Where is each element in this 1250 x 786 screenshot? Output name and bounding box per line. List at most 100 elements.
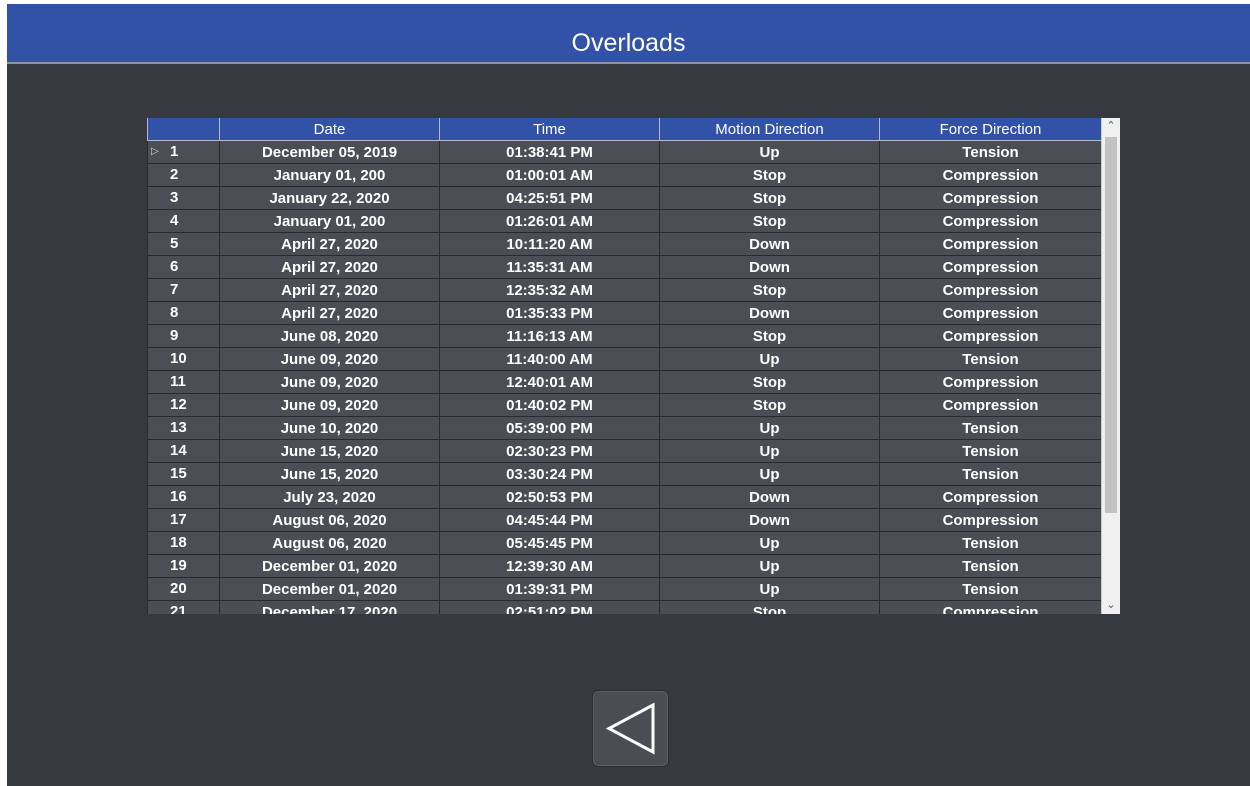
motion-direction-cell[interactable]: Stop [659,209,880,233]
motion-direction-cell[interactable]: Up [659,347,880,371]
motion-direction-cell[interactable]: Up [659,416,880,440]
table-row[interactable]: 3 January 22, 2020 04:25:51 PM Stop Compress… [147,186,1102,210]
time-cell[interactable]: 04:25:51 PM [439,186,660,210]
time-cell[interactable]: 02:50:53 PM [439,485,660,509]
table-row[interactable]: 11 June 09, 2020 12:40:01 AM Stop Compressio… [147,370,1102,394]
date-cell[interactable]: June 15, 2020 [219,439,440,463]
table-row[interactable]: 21 December 17, 2020 02:51:02 PM Stop Compre… [147,600,1102,614]
motion-direction-cell[interactable]: Down [659,301,880,325]
force-direction-cell[interactable]: Tension [879,531,1102,555]
time-cell[interactable]: 01:39:31 PM [439,577,660,601]
table-row[interactable]: 18 August 06, 2020 05:45:45 PM Up Tension [147,531,1102,555]
date-cell[interactable]: January 01, 200 [219,209,440,233]
force-direction-cell[interactable]: Tension [879,577,1102,601]
time-cell[interactable]: 05:39:00 PM [439,416,660,440]
table-row[interactable]: 14 June 15, 2020 02:30:23 PM Up Tension [147,439,1102,463]
row-header[interactable]: 8 [147,301,220,325]
time-cell[interactable]: 05:45:45 PM [439,531,660,555]
motion-direction-cell[interactable]: Stop [659,393,880,417]
row-header[interactable]: 7 [147,278,220,302]
force-direction-cell[interactable]: Tension [879,439,1102,463]
row-header[interactable]: ▷ 1 [147,140,220,164]
chevron-down-icon[interactable]: ⌄ [1102,597,1120,614]
force-direction-cell[interactable]: Compression [879,278,1102,302]
column-header-time[interactable]: Time [439,118,660,141]
back-button[interactable] [592,690,669,767]
row-header[interactable]: 12 [147,393,220,417]
force-direction-cell[interactable]: Compression [879,232,1102,256]
table-row[interactable]: 17 August 06, 2020 04:45:44 PM Down Compress… [147,508,1102,532]
motion-direction-cell[interactable]: Stop [659,370,880,394]
table-row[interactable]: 9 June 08, 2020 11:16:13 AM Stop Compression [147,324,1102,348]
row-header[interactable]: 9 [147,324,220,348]
force-direction-cell[interactable]: Compression [879,600,1102,614]
motion-direction-cell[interactable]: Stop [659,600,880,614]
time-cell[interactable]: 01:40:02 PM [439,393,660,417]
date-cell[interactable]: June 09, 2020 [219,370,440,394]
date-cell[interactable]: December 05, 2019 [219,140,440,164]
motion-direction-cell[interactable]: Stop [659,278,880,302]
force-direction-cell[interactable]: Tension [879,462,1102,486]
motion-direction-cell[interactable]: Up [659,140,880,164]
row-header[interactable]: 21 [147,600,220,614]
date-cell[interactable]: January 22, 2020 [219,186,440,210]
table-row[interactable]: 4 January 01, 200 01:26:01 AM Stop Compressi… [147,209,1102,233]
force-direction-cell[interactable]: Tension [879,347,1102,371]
row-header[interactable]: 14 [147,439,220,463]
row-header[interactable]: 10 [147,347,220,371]
table-row[interactable]: 8 April 27, 2020 01:35:33 PM Down Compressio… [147,301,1102,325]
table-row[interactable]: 19 December 01, 2020 12:39:30 AM Up Tension [147,554,1102,578]
table-row[interactable]: 6 April 27, 2020 11:35:31 AM Down Compressio… [147,255,1102,279]
date-cell[interactable]: April 27, 2020 [219,301,440,325]
time-cell[interactable]: 01:26:01 AM [439,209,660,233]
row-header[interactable]: 17 [147,508,220,532]
overloads-grid[interactable]: Date Time Motion Direction Force Directi… [147,118,1122,614]
time-cell[interactable]: 01:00:01 AM [439,163,660,187]
row-header[interactable]: 15 [147,462,220,486]
time-cell[interactable]: 02:51:02 PM [439,600,660,614]
time-cell[interactable]: 10:11:20 AM [439,232,660,256]
time-cell[interactable]: 11:35:31 AM [439,255,660,279]
force-direction-cell[interactable]: Compression [879,393,1102,417]
row-header[interactable]: 11 [147,370,220,394]
date-cell[interactable]: April 27, 2020 [219,278,440,302]
force-direction-cell[interactable]: Compression [879,324,1102,348]
table-row[interactable]: 16 July 23, 2020 02:50:53 PM Down Compressio… [147,485,1102,509]
date-cell[interactable]: July 23, 2020 [219,485,440,509]
date-cell[interactable]: June 15, 2020 [219,462,440,486]
force-direction-cell[interactable]: Compression [879,255,1102,279]
date-cell[interactable]: December 01, 2020 [219,577,440,601]
motion-direction-cell[interactable]: Down [659,255,880,279]
vertical-scrollbar[interactable]: ⌃ ⌄ [1101,118,1120,614]
motion-direction-cell[interactable]: Stop [659,324,880,348]
time-cell[interactable]: 03:30:24 PM [439,462,660,486]
date-cell[interactable]: August 06, 2020 [219,508,440,532]
time-cell[interactable]: 11:40:00 AM [439,347,660,371]
motion-direction-cell[interactable]: Up [659,554,880,578]
chevron-up-icon[interactable]: ⌃ [1102,118,1120,135]
motion-direction-cell[interactable]: Up [659,439,880,463]
time-cell[interactable]: 04:45:44 PM [439,508,660,532]
time-cell[interactable]: 01:35:33 PM [439,301,660,325]
scrollbar-thumb[interactable] [1105,137,1117,513]
motion-direction-cell[interactable]: Up [659,462,880,486]
row-header[interactable]: 2 [147,163,220,187]
column-header-rownum[interactable] [147,118,220,141]
row-header[interactable]: 4 [147,209,220,233]
time-cell[interactable]: 11:16:13 AM [439,324,660,348]
motion-direction-cell[interactable]: Up [659,531,880,555]
force-direction-cell[interactable]: Compression [879,508,1102,532]
motion-direction-cell[interactable]: Stop [659,186,880,210]
motion-direction-cell[interactable]: Down [659,485,880,509]
time-cell[interactable]: 02:30:23 PM [439,439,660,463]
date-cell[interactable]: June 09, 2020 [219,347,440,371]
force-direction-cell[interactable]: Compression [879,186,1102,210]
motion-direction-cell[interactable]: Down [659,508,880,532]
date-cell[interactable]: January 01, 200 [219,163,440,187]
row-header[interactable]: 16 [147,485,220,509]
time-cell[interactable]: 12:39:30 AM [439,554,660,578]
force-direction-cell[interactable]: Tension [879,416,1102,440]
column-header-force-direction[interactable]: Force Direction [879,118,1102,141]
column-header-date[interactable]: Date [219,118,440,141]
row-header[interactable]: 3 [147,186,220,210]
